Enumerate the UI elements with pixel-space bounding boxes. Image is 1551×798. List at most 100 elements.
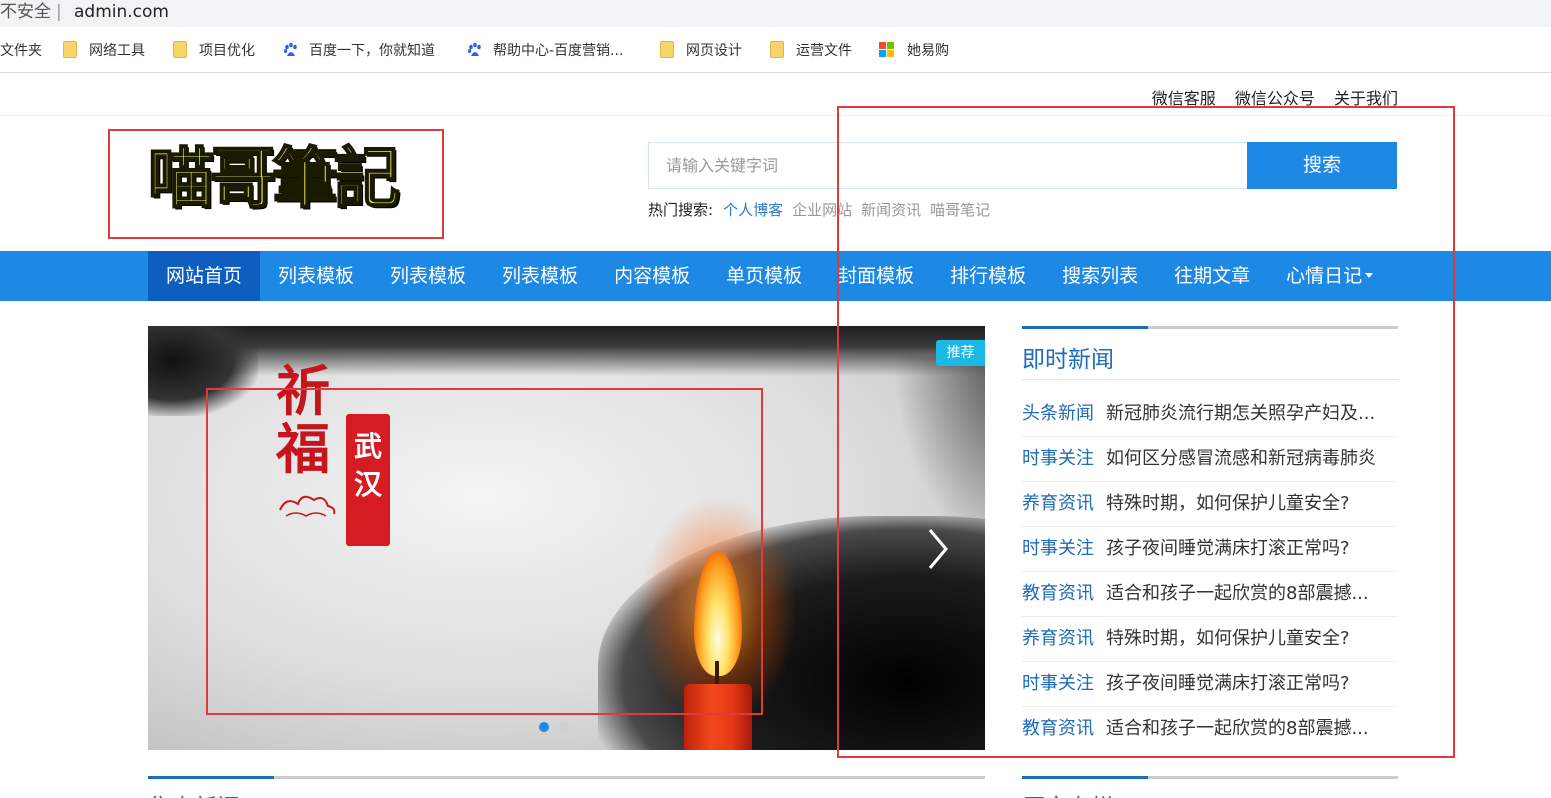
nav-item-home[interactable]: 网站首页 xyxy=(148,251,261,301)
next-slide-icon[interactable] xyxy=(922,524,952,574)
nav-item-ranking-template[interactable]: 排行模板 xyxy=(932,251,1044,301)
news-title[interactable]: 适合和孩子一起欣赏的8部震撼... xyxy=(1106,718,1369,739)
colored-squares-icon xyxy=(879,42,895,58)
logo-text: 喵哥筆記 xyxy=(147,138,401,218)
bookmark-help-center[interactable]: 帮助中心-百度营销... xyxy=(467,41,623,61)
candle xyxy=(684,684,752,750)
focus-news-section: 焦点新闻 xyxy=(148,776,985,798)
news-item[interactable]: 头条新闻 新冠肺炎流行期怎关照孕产妇及... xyxy=(1022,392,1398,437)
wechat-official-account-link[interactable]: 微信公众号 xyxy=(1235,89,1315,108)
top-links: 微信客服 微信公众号 关于我们 xyxy=(1138,85,1398,109)
hot-search: 热门搜索: 个人博客 企业网站 新闻资讯 喵哥笔记 xyxy=(648,199,999,220)
baidu-paw-icon xyxy=(284,42,297,56)
divider xyxy=(1022,379,1398,380)
news-list: 头条新闻 新冠肺炎流行期怎关照孕产妇及... 时事关注 如何区分感冒流感和新冠病毒肺… xyxy=(1022,392,1398,752)
nav-item-list-template[interactable]: 列表模板 xyxy=(260,251,372,301)
news-item[interactable]: 教育资讯 适合和孩子一起欣赏的8部震撼... xyxy=(1022,707,1398,752)
news-category[interactable]: 头条新闻 xyxy=(1022,403,1094,424)
slide-dot-active[interactable] xyxy=(539,722,549,732)
news-item[interactable]: 养育资讯 特殊时期，如何保护儿童安全? xyxy=(1022,617,1398,662)
news-item[interactable]: 养育资讯 特殊时期，如何保护儿童安全? xyxy=(1022,482,1398,527)
nav-item-past-articles[interactable]: 往期文章 xyxy=(1156,251,1268,301)
site-logo[interactable]: 喵哥筆記 xyxy=(147,138,446,218)
folder-icon xyxy=(660,41,674,58)
folder-icon xyxy=(770,41,784,58)
bookmark-ops-files[interactable]: 运营文件 xyxy=(770,41,852,61)
section-divider xyxy=(1022,326,1398,329)
nav-item-mood-diary[interactable]: 心情日记 xyxy=(1268,251,1391,301)
nav-item-cover-template[interactable]: 封面模板 xyxy=(820,251,932,301)
baidu-paw-icon xyxy=(468,42,481,56)
news-category[interactable]: 教育资讯 xyxy=(1022,718,1094,739)
news-title[interactable]: 特殊时期，如何保护儿童安全? xyxy=(1106,628,1350,649)
news-item[interactable]: 教育资讯 适合和孩子一起欣赏的8部震撼... xyxy=(1022,572,1398,617)
section-divider xyxy=(1022,776,1398,779)
nav-item-content-template[interactable]: 内容模板 xyxy=(596,251,708,301)
nav-item-list-template[interactable]: 列表模板 xyxy=(372,251,484,301)
news-title[interactable]: 孩子夜间睡觉满床打滚正常吗? xyxy=(1106,673,1350,694)
news-category[interactable]: 养育资讯 xyxy=(1022,493,1094,514)
hot-term-link[interactable]: 个人博客 xyxy=(723,201,783,219)
nav-item-list-template[interactable]: 列表模板 xyxy=(484,251,596,301)
news-item[interactable]: 时事关注 孩子夜间睡觉满床打滚正常吗? xyxy=(1022,662,1398,707)
browser-address-bar[interactable]: 不安全 | admin.com xyxy=(0,0,1551,27)
bookmark-label: 网页设计 xyxy=(686,43,742,59)
bookmark-web-design[interactable]: 网页设计 xyxy=(660,41,742,61)
nav-item-single-page-template[interactable]: 单页模板 xyxy=(708,251,820,301)
candle-wick xyxy=(715,661,719,685)
news-title[interactable]: 新冠肺炎流行期怎关照孕产妇及... xyxy=(1106,403,1375,424)
news-title[interactable]: 孩子夜间睡觉满床打滚正常吗? xyxy=(1106,538,1350,559)
folder-icon xyxy=(63,41,77,58)
news-category[interactable]: 教育资讯 xyxy=(1022,583,1094,604)
about-us-link[interactable]: 关于我们 xyxy=(1334,89,1398,108)
bookmark-shop[interactable]: 她易购 xyxy=(879,41,949,61)
ink-wash-decoration xyxy=(148,326,258,416)
recommend-badge: 推荐 xyxy=(936,340,985,366)
hot-search-label: 热门搜索: xyxy=(648,201,714,219)
news-title[interactable]: 如何区分感冒流感和新冠病毒肺炎 xyxy=(1106,448,1376,469)
cloud-ornament-icon xyxy=(279,495,336,517)
news-item[interactable]: 时事关注 孩子夜间睡觉满床打滚正常吗? xyxy=(1022,527,1398,572)
news-title[interactable]: 适合和孩子一起欣赏的8部震撼... xyxy=(1106,583,1369,604)
bookmark-label: 文件夹 xyxy=(0,43,42,59)
original-column-title: 原文专栏 xyxy=(1022,788,1114,798)
url-text[interactable]: admin.com xyxy=(74,0,169,24)
address-separator: | xyxy=(56,2,62,22)
original-column-section: 原文专栏 xyxy=(1022,776,1398,798)
main-nav: 网站首页 列表模板 列表模板 列表模板 内容模板 单页模板 封面模板 排行模板 … xyxy=(0,251,1551,301)
banner-seal: 武汉 xyxy=(346,414,390,546)
news-item[interactable]: 时事关注 如何区分感冒流感和新冠病毒肺炎 xyxy=(1022,437,1398,482)
bookmark-network-tools[interactable]: 网络工具 xyxy=(63,41,145,61)
bookmark-baidu[interactable]: 百度一下，你就知道 xyxy=(283,41,435,61)
news-category[interactable]: 时事关注 xyxy=(1022,673,1094,694)
bookmark-label: 运营文件 xyxy=(796,43,852,59)
slide-dot[interactable] xyxy=(559,722,569,732)
search-input[interactable]: 请输入关键字词 xyxy=(648,142,1248,189)
top-bar: 微信客服 微信公众号 关于我们 xyxy=(0,74,1551,116)
nav-item-search-list[interactable]: 搜索列表 xyxy=(1044,251,1156,301)
caret-down-icon xyxy=(1365,273,1374,278)
news-category[interactable]: 养育资讯 xyxy=(1022,628,1094,649)
nav-item-label: 心情日记 xyxy=(1286,265,1363,287)
news-category[interactable]: 时事关注 xyxy=(1022,538,1094,559)
bookmark-folder[interactable]: 文件夹 xyxy=(0,41,42,61)
hot-term-link[interactable]: 喵哥笔记 xyxy=(930,201,990,219)
news-category[interactable]: 时事关注 xyxy=(1022,448,1094,469)
search-button[interactable]: 搜索 xyxy=(1247,142,1397,189)
banner-slider[interactable]: 祈福 武汉 推荐 xyxy=(148,326,985,750)
bookmark-label: 百度一下，你就知道 xyxy=(309,43,435,59)
section-divider xyxy=(148,776,985,779)
hot-term-link[interactable]: 企业网站 xyxy=(792,201,852,219)
wechat-service-link[interactable]: 微信客服 xyxy=(1152,89,1216,108)
security-indicator[interactable]: 不安全 xyxy=(0,0,51,24)
bookmark-label: 帮助中心-百度营销... xyxy=(493,43,624,59)
news-title[interactable]: 特殊时期，如何保护儿童安全? xyxy=(1106,493,1350,514)
bookmarks-bar: 文件夹 网络工具 项目优化 百度一下，你就知道 帮助中心-百度营销... 网页设… xyxy=(0,27,1551,73)
hot-term-link[interactable]: 新闻资讯 xyxy=(861,201,921,219)
banner-qifu-text: 祈福 xyxy=(276,359,330,481)
ink-wash-decoration xyxy=(148,326,985,376)
bookmark-project-optimize[interactable]: 项目优化 xyxy=(173,41,255,61)
bookmark-label: 网络工具 xyxy=(89,43,145,59)
focus-news-title: 焦点新闻 xyxy=(148,788,240,798)
folder-icon xyxy=(173,41,187,58)
